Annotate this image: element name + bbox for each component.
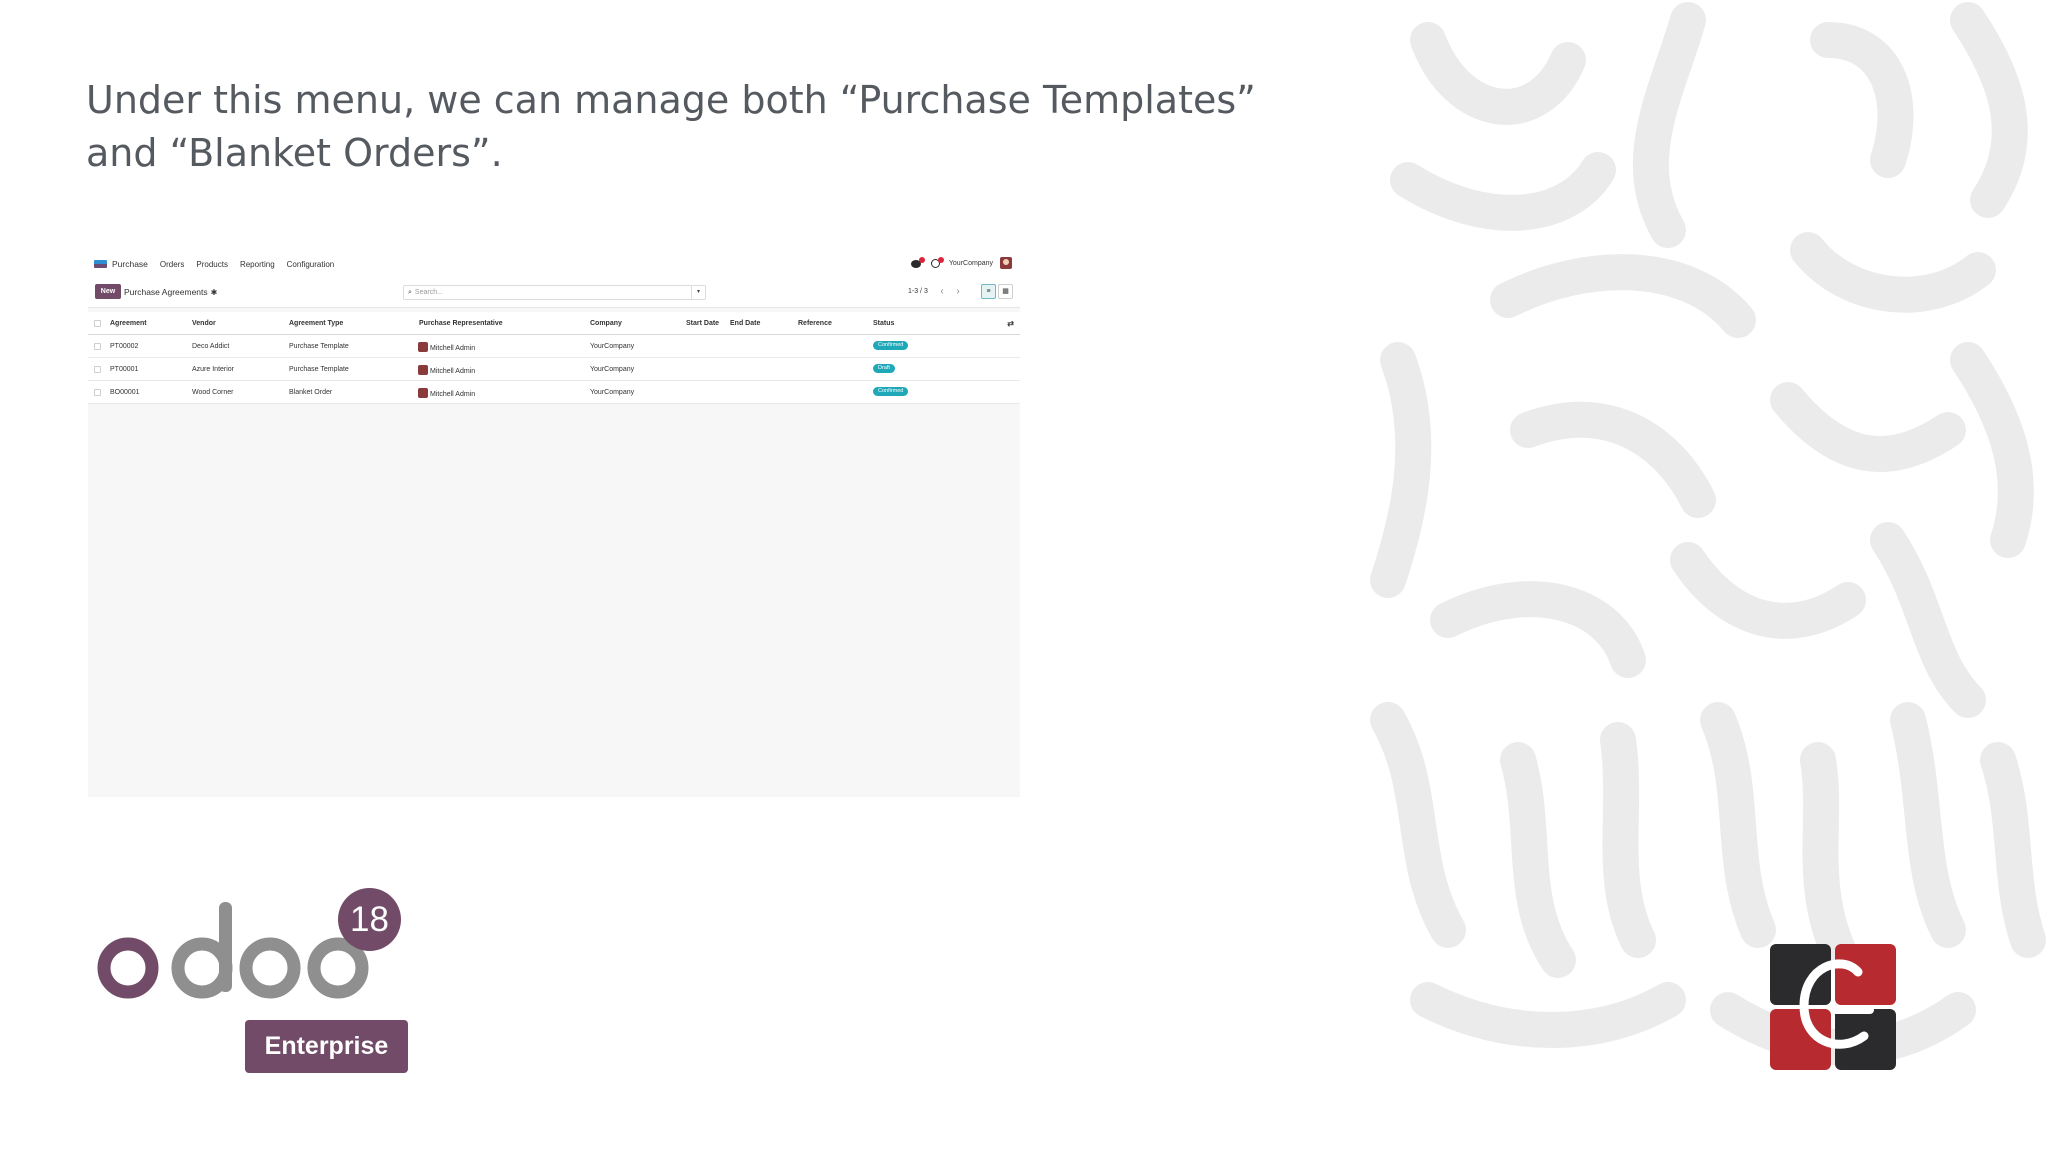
col-end-date[interactable]: End Date [730,320,760,327]
nav-menu-orders[interactable]: Orders [160,260,184,269]
rep-avatar-icon [418,342,428,352]
company-name: YourCompany [590,343,635,350]
row-checkbox[interactable] [94,343,101,350]
slide-heading: Under this menu, we can manage both “Pur… [86,78,1256,175]
row-checkbox[interactable] [94,389,101,396]
company-name: YourCompany [590,389,635,396]
user-avatar-icon[interactable] [1000,257,1012,269]
search-icon: ⌕ [408,288,412,296]
agreements-table: Agreement Vendor Agreement Type Purchase… [88,312,1020,404]
agreement-ref: PT00001 [110,366,139,373]
nav-menu-reporting[interactable]: Reporting [240,260,275,269]
purchase-agreements-screenshot: Purchase Orders Products Reporting Confi… [88,252,1020,797]
search-options-toggle[interactable]: ▾ [691,286,705,299]
nav-menu-configuration[interactable]: Configuration [287,260,335,269]
agreement-type: Purchase Template [289,366,349,373]
rep-name: Mitchell Admin [430,367,476,375]
search-input[interactable]: ⌕ Search... ▾ [403,285,706,300]
rep-avatar-icon [418,365,428,375]
decorative-pattern [1370,2,2046,1066]
table-row[interactable]: BO00001 Wood Corner Blanket Order Mitche… [88,381,1020,404]
activity-clock-icon[interactable] [930,257,944,269]
pager-next-icon[interactable]: › [952,285,964,299]
rep-cell: Mitchell Admin [418,365,476,376]
status-badge: Draft [873,364,895,373]
company-name: YourCompany [590,366,635,373]
company-switcher[interactable]: YourCompany [949,260,993,267]
status-badge: Confirmed [873,341,909,350]
list-view-icon[interactable]: ≡ [981,284,996,299]
new-button[interactable]: New [95,284,121,299]
col-company[interactable]: Company [590,320,622,327]
vendor-name: Azure Interior [192,366,235,373]
breadcrumb-title: Purchase Agreements ✱ [124,287,217,297]
rep-avatar-icon [418,388,428,398]
col-start-date[interactable]: Start Date [686,320,719,327]
col-purchase-representative[interactable]: Purchase Representative [419,320,503,327]
view-title-text: Purchase Agreements [124,287,208,297]
select-all-checkbox[interactable] [94,320,101,327]
row-checkbox[interactable] [94,366,101,373]
agreement-type: Purchase Template [289,343,349,350]
optional-columns-icon[interactable]: ⇄ [1007,319,1014,328]
col-reference[interactable]: Reference [798,320,832,327]
nav-app-name[interactable]: Purchase [112,259,148,269]
table-row[interactable]: PT00002 Deco Addict Purchase Template Mi… [88,335,1020,358]
version-badge: 18 [338,888,401,951]
table-row[interactable]: PT00001 Azure Interior Purchase Template… [88,358,1020,381]
agreement-type: Blanket Order [289,389,333,396]
agreement-ref: PT00002 [110,343,139,350]
pager-value[interactable]: 1-3 / 3 [908,288,928,295]
status-badge: Confirmed [873,387,909,396]
enterprise-badge: Enterprise [245,1020,408,1073]
rep-name: Mitchell Admin [430,344,476,352]
messages-icon[interactable] [910,257,925,269]
vendor-name: Deco Addict [192,343,230,350]
search-placeholder: Search... [414,289,443,296]
control-panel: New Purchase Agreements ✱ ⌕ Search... ▾ 1… [88,276,1020,308]
col-status[interactable]: Status [873,320,894,327]
app-navbar: Purchase Orders Products Reporting Confi… [88,252,1020,276]
nav-menu-products[interactable]: Products [196,260,228,269]
rep-name: Mitchell Admin [430,390,476,398]
agreement-ref: BO00001 [110,389,140,396]
pager-previous-icon[interactable]: ‹ [936,285,948,299]
rep-cell: Mitchell Admin [418,388,476,399]
gear-icon[interactable]: ✱ [211,288,218,297]
col-agreement[interactable]: Agreement [110,320,147,327]
table-header: Agreement Vendor Agreement Type Purchase… [88,312,1020,335]
purchase-app-icon [94,260,107,268]
col-vendor[interactable]: Vendor [192,320,216,327]
rep-cell: Mitchell Admin [418,342,476,353]
partner-logo [1770,944,1896,1070]
col-agreement-type[interactable]: Agreement Type [289,320,343,327]
vendor-name: Wood Corner [192,389,234,396]
kanban-view-icon[interactable]: ▦ [998,284,1013,299]
